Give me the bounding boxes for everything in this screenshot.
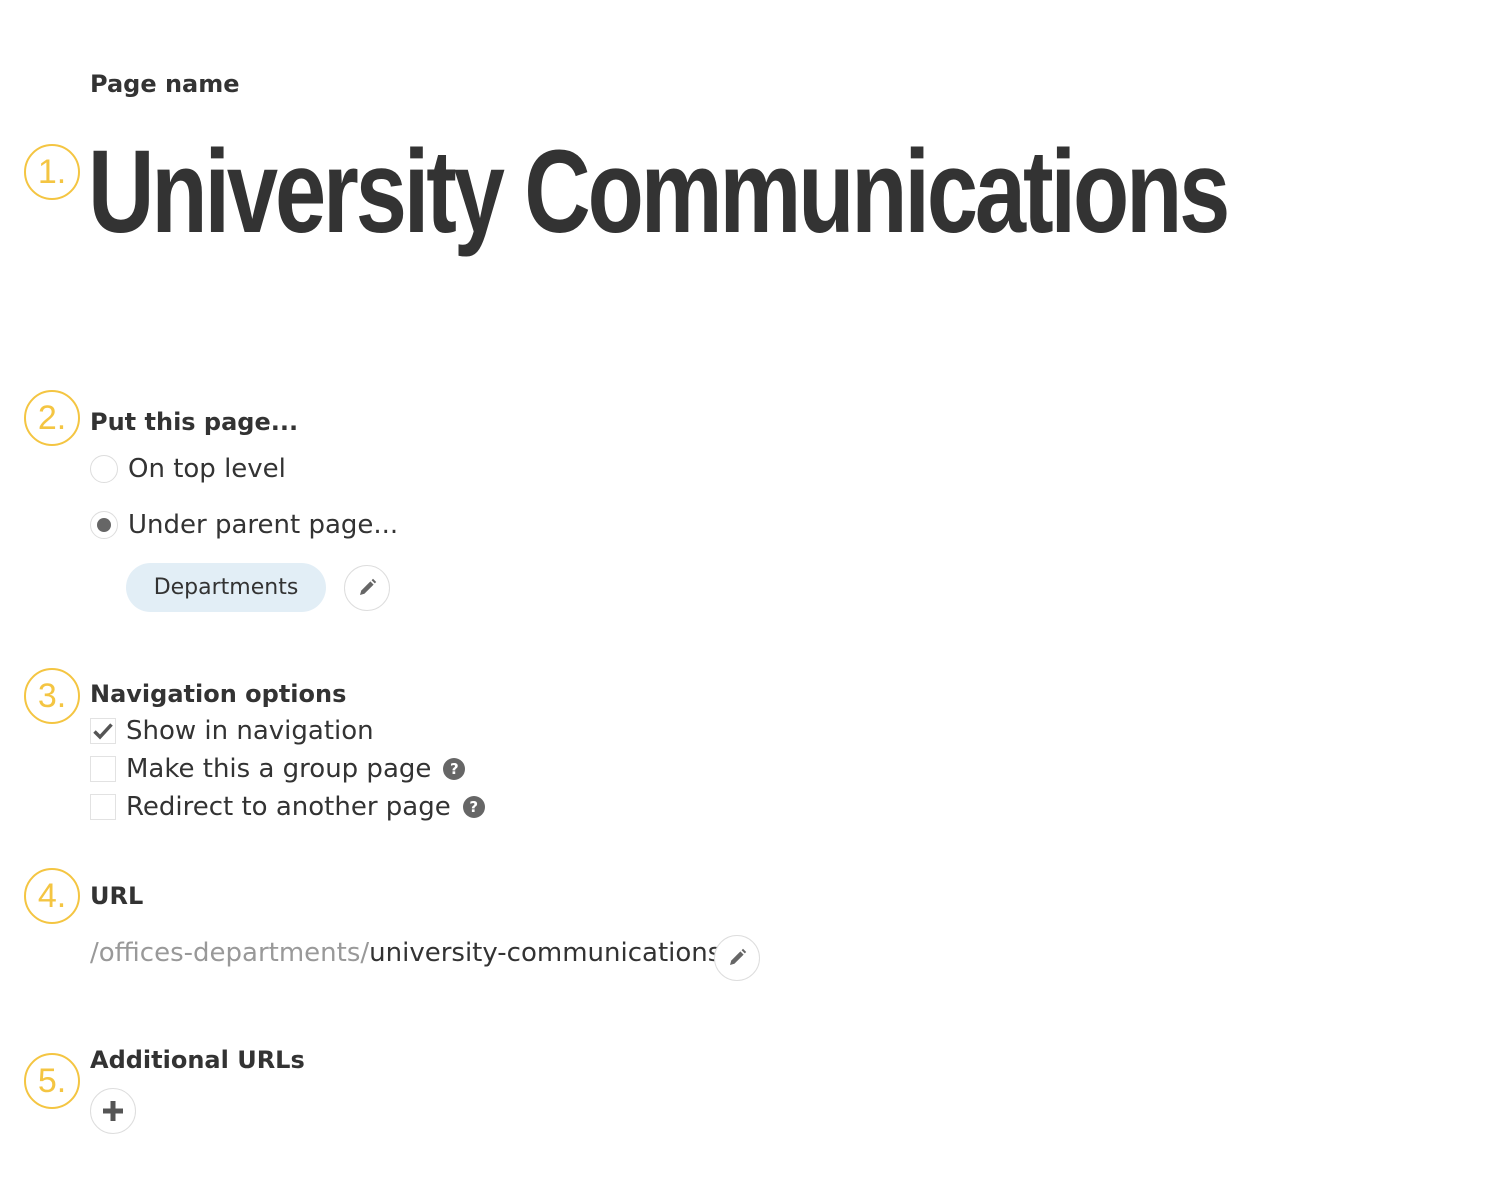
placement-label: Put this page...	[90, 408, 299, 436]
checkbox-group-page[interactable]: Make this a group page ?	[90, 754, 466, 784]
step-marker-3: 3.	[24, 668, 80, 724]
radio-button-selected[interactable]	[90, 511, 118, 539]
add-url-button[interactable]	[90, 1088, 136, 1134]
radio-label: Under parent page...	[128, 510, 399, 540]
url-prefix: /offices-departments/	[90, 938, 370, 968]
radio-top-level[interactable]: On top level	[90, 454, 286, 484]
checkbox-label: Redirect to another page	[126, 792, 451, 822]
checkbox[interactable]	[90, 718, 116, 744]
parent-page-tag[interactable]: Departments	[126, 563, 326, 612]
question-circle-icon[interactable]: ?	[462, 796, 485, 818]
url-label: URL	[90, 882, 144, 910]
step-marker-4: 4.	[24, 868, 80, 924]
radio-label: On top level	[128, 454, 286, 484]
page-name-input[interactable]: University Communications	[88, 127, 1230, 258]
checkbox-show-in-navigation[interactable]: Show in navigation	[90, 716, 374, 746]
url-value: /offices-departments/university-communic…	[90, 938, 721, 968]
edit-url-button[interactable]	[714, 935, 760, 981]
pencil-icon	[730, 948, 747, 965]
url-slug: university-communications	[369, 938, 722, 968]
checkbox[interactable]	[90, 756, 116, 782]
page-name-label: Page name	[90, 70, 240, 98]
additional-urls-label: Additional URLs	[90, 1046, 305, 1074]
question-circle-icon[interactable]: ?	[443, 758, 466, 780]
step-marker-5: 5.	[24, 1053, 80, 1109]
step-marker-2: 2.	[24, 390, 80, 446]
checkbox[interactable]	[90, 794, 116, 820]
pencil-icon	[360, 578, 377, 595]
checkbox-label: Make this a group page	[126, 754, 432, 784]
navigation-label: Navigation options	[90, 680, 347, 708]
checkbox-redirect[interactable]: Redirect to another page ?	[90, 792, 485, 822]
radio-under-parent[interactable]: Under parent page...	[90, 510, 398, 540]
radio-button[interactable]	[90, 455, 118, 483]
radio-dot	[97, 518, 111, 532]
checkmark-icon	[93, 723, 113, 740]
page-settings-form: Page name 1. University Communications 2…	[0, 0, 1492, 1184]
plus-icon	[103, 1101, 123, 1121]
checkbox-label: Show in navigation	[126, 716, 374, 746]
step-marker-1: 1.	[24, 144, 80, 200]
edit-parent-button[interactable]	[344, 565, 390, 611]
